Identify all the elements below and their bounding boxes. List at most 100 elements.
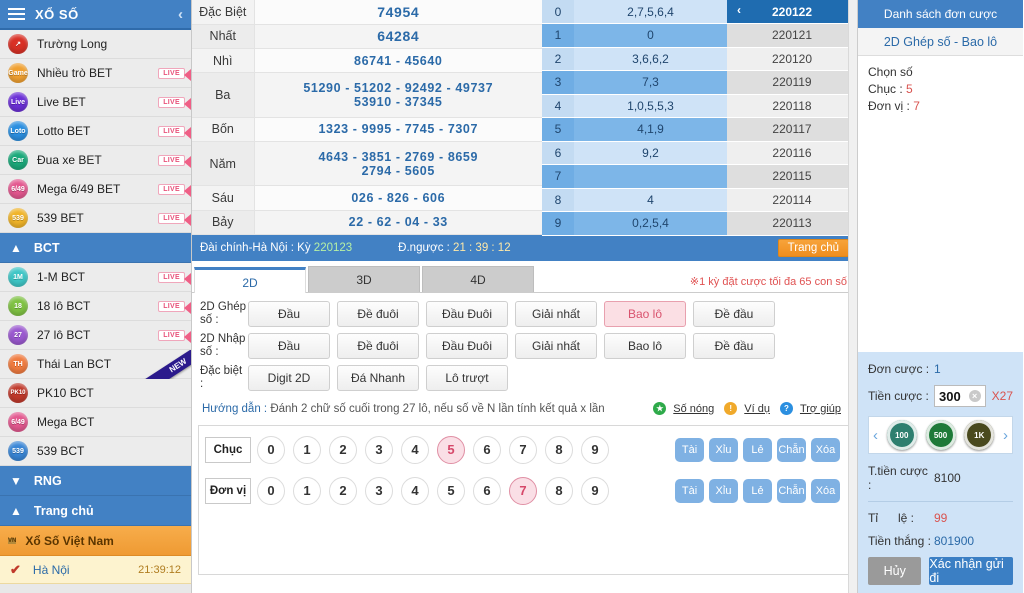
bet-btn-bao-lo-2[interactable]: Bao lô — [604, 333, 686, 359]
bet-count-label: Đơn cược : — [868, 362, 930, 376]
tens-value: 5 — [906, 82, 913, 96]
num-chuc-3[interactable]: 3 — [365, 435, 393, 464]
chip-1k[interactable]: 1K — [964, 420, 995, 450]
chip-100[interactable]: 100 — [886, 420, 917, 450]
num-donvi-1[interactable]: 1 — [293, 476, 321, 505]
link-tro-giup[interactable]: Trợ giúp — [800, 403, 841, 415]
sidebar-item-live-bet[interactable]: Live Live BET LIVE — [0, 88, 191, 117]
tab-2d[interactable]: 2D — [194, 267, 306, 293]
op-le-donvi[interactable]: Lẻ — [743, 478, 772, 503]
op-xoa-donvi[interactable]: Xóa — [811, 478, 840, 503]
bet-btn-de-duoi-2[interactable]: Đề đuôi — [337, 333, 419, 359]
bet-btn-giai-nhat[interactable]: Giải nhất — [515, 301, 597, 327]
bet-btn-bao-lo[interactable]: Bao lô — [604, 301, 686, 327]
bet-btn-lo-truot[interactable]: Lô trượt — [426, 365, 508, 391]
num-donvi-4[interactable]: 4 — [401, 476, 429, 505]
sidebar-item-mega-bct[interactable]: 6/49 Mega BCT — [0, 408, 191, 437]
sidebar-item-pk10-bct[interactable]: PK10 PK10 BCT — [0, 379, 191, 408]
bet-btn-de-dau-2[interactable]: Đề đầu — [693, 333, 775, 359]
stake-input[interactable]: 300 × — [934, 385, 986, 407]
sidebar-item-thai-lan-bct[interactable]: TH Thái Lan BCT NEW — [0, 350, 191, 379]
sidebar-item-mega-649-bet[interactable]: 6/49 Mega 6/49 BET LIVE — [0, 175, 191, 204]
op-xiu-donvi[interactable]: Xỉu — [709, 478, 738, 503]
num-donvi-2[interactable]: 2 — [329, 476, 357, 505]
num-chuc-1[interactable]: 1 — [293, 435, 321, 464]
op-tai-chuc[interactable]: Tài — [675, 437, 704, 462]
chevron-left-icon[interactable]: ‹ — [737, 3, 741, 17]
bet-btn-dau-duoi-2[interactable]: Đầu Đuôi — [426, 333, 508, 359]
chevron-right-icon[interactable]: › — [1003, 427, 1008, 444]
num-chuc-5[interactable]: 5 — [437, 435, 465, 464]
sidebar-item-1m-bct[interactable]: 1M 1-M BCT LIVE — [0, 263, 191, 292]
bet-btn-dau[interactable]: Đầu — [248, 301, 330, 327]
content-scrollbar[interactable] — [848, 0, 857, 593]
cancel-button[interactable]: Hủy — [868, 557, 922, 585]
choose-label: Chọn số — [868, 65, 913, 79]
sidebar-item-lotto-bet[interactable]: Loto Lotto BET LIVE — [0, 117, 191, 146]
op-chan-chuc[interactable]: Chẵn — [777, 437, 806, 462]
bet-btn-giai-nhat-2[interactable]: Giải nhất — [515, 333, 597, 359]
num-chuc-9[interactable]: 9 — [581, 435, 609, 464]
period-row[interactable]: 220119 — [727, 70, 857, 95]
bet-type-selector: 2D Ghép số : Đầu Đề đuôi Đầu Đuôi Giải n… — [192, 293, 857, 399]
num-donvi-7[interactable]: 7 — [509, 476, 537, 505]
sidebar-item-539-bet[interactable]: 539 539 BET LIVE — [0, 204, 191, 233]
sidebar-item-truong-long[interactable]: ↗ Trường Long — [0, 30, 191, 59]
chevron-left-icon[interactable]: ‹ — [178, 6, 183, 23]
sidebar-item-27-lo-bct[interactable]: 27 27 lô BCT LIVE — [0, 321, 191, 350]
num-donvi-3[interactable]: 3 — [365, 476, 393, 505]
bet-btn-de-dau[interactable]: Đề đầu — [693, 301, 775, 327]
period-row[interactable]: 220121 — [727, 23, 857, 48]
period-row-selected[interactable]: ‹ 220122 — [727, 0, 857, 24]
num-chuc-0[interactable]: 0 — [257, 435, 285, 464]
stake-label: Tiền cược : — [868, 389, 929, 403]
hamburger-icon[interactable] — [8, 7, 25, 21]
period-row[interactable]: 220115 — [727, 164, 857, 189]
bet-btn-digit-2d[interactable]: Digit 2D — [248, 365, 330, 391]
num-chuc-4[interactable]: 4 — [401, 435, 429, 464]
bet-btn-dau-2[interactable]: Đầu — [248, 333, 330, 359]
period-row[interactable]: 220118 — [727, 94, 857, 118]
sidebar-group-trang-chu[interactable]: ▲ Trang chủ — [0, 496, 191, 526]
num-chuc-2[interactable]: 2 — [329, 435, 357, 464]
period-row[interactable]: 220113 — [727, 211, 857, 236]
period-row[interactable]: 220116 — [727, 141, 857, 165]
chip-500[interactable]: 500 — [925, 420, 956, 450]
num-chuc-8[interactable]: 8 — [545, 435, 573, 464]
op-xoa-chuc[interactable]: Xóa — [811, 437, 840, 462]
num-donvi-0[interactable]: 0 — [257, 476, 285, 505]
link-so-nong[interactable]: Số nóng — [673, 403, 714, 415]
num-donvi-6[interactable]: 6 — [473, 476, 501, 505]
period-row[interactable]: 220120 — [727, 47, 857, 71]
period-row[interactable]: 220114 — [727, 188, 857, 212]
home-button[interactable]: Trang chủ — [777, 239, 849, 257]
tab-3d[interactable]: 3D — [308, 266, 420, 292]
num-chuc-6[interactable]: 6 — [473, 435, 501, 464]
sidebar-group-rng[interactable]: ▼ RNG — [0, 466, 191, 496]
sidebar-item-539-bct[interactable]: 539 539 BCT — [0, 437, 191, 466]
op-le-chuc[interactable]: Lẻ — [743, 437, 772, 462]
sidebar-item-ha-noi[interactable]: ✔ Hà Nội 21:39:12 — [0, 556, 191, 584]
bulb-icon: ! — [724, 402, 738, 415]
op-chan-donvi[interactable]: Chẵn — [777, 478, 806, 503]
confirm-button[interactable]: Xác nhận gửi đi — [929, 557, 1013, 585]
tab-4d[interactable]: 4D — [422, 266, 534, 292]
op-tai-donvi[interactable]: Tài — [675, 478, 704, 503]
period-row[interactable]: 220117 — [727, 117, 857, 142]
num-donvi-5[interactable]: 5 — [437, 476, 465, 505]
sidebar-item-18-lo-bct[interactable]: 18 18 lô BCT LIVE — [0, 292, 191, 321]
bet-btn-dau-duoi[interactable]: Đầu Đuôi — [426, 301, 508, 327]
num-donvi-9[interactable]: 9 — [581, 476, 609, 505]
clear-icon[interactable]: × — [968, 390, 981, 402]
sidebar-item-nhieu-tro-bet[interactable]: Game Nhiều trò BET LIVE — [0, 59, 191, 88]
chevron-left-icon[interactable]: ‹ — [873, 427, 878, 444]
bet-btn-de-duoi[interactable]: Đề đuôi — [337, 301, 419, 327]
op-xiu-chuc[interactable]: Xỉu — [709, 437, 738, 462]
num-donvi-8[interactable]: 8 — [545, 476, 573, 505]
link-vi-du[interactable]: Ví dụ — [744, 403, 770, 415]
bet-btn-da-nhanh[interactable]: Đá Nhanh — [337, 365, 419, 391]
sidebar-item-dua-xe-bet[interactable]: Car Đua xe BET LIVE — [0, 146, 191, 175]
sidebar-item-xo-so-viet-nam[interactable]: VN Xổ Số Việt Nam — [0, 526, 191, 556]
num-chuc-7[interactable]: 7 — [509, 435, 537, 464]
sidebar-group-bct[interactable]: ▲ BCT — [0, 233, 191, 263]
